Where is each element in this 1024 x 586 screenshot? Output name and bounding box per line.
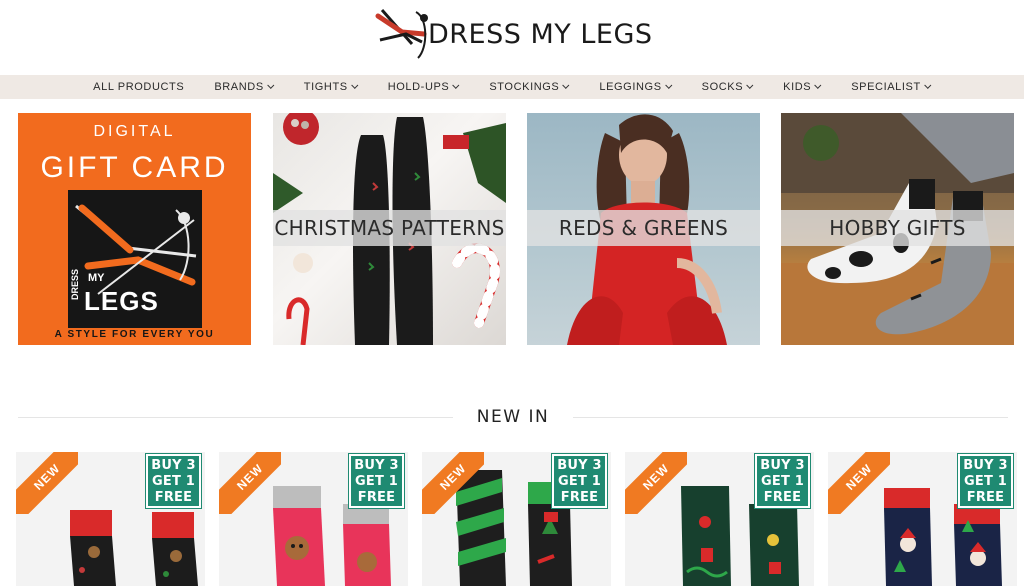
reds-and-greens-label: REDS & GREENS xyxy=(558,216,729,240)
christmas-patterns-tile[interactable]: CHRISTMAS PATTERNS xyxy=(273,113,506,345)
nav-item-kids[interactable]: KIDS xyxy=(768,81,836,93)
new-badge-label: NEW xyxy=(828,452,890,514)
nav-label: BRANDS xyxy=(214,81,264,93)
product-card[interactable]: NEW BUY 3 GET 1 FREE xyxy=(422,452,611,586)
reds-and-greens-tile[interactable]: REDS & GREENS xyxy=(527,113,760,345)
promo-badge: BUY 3 GET 1 FREE xyxy=(348,453,405,509)
brand-name: DRESS MY LEGS xyxy=(428,18,653,50)
new-badge-label: NEW xyxy=(422,452,484,514)
promo-line: BUY 3 xyxy=(963,458,1008,473)
new-in-products: NEW BUY 3 GET 1 FREE NEW BUY 3 GET 1 FRE… xyxy=(0,452,1024,586)
chevron-down-icon xyxy=(562,81,570,89)
site-logo[interactable]: DRESS MY LEGS xyxy=(372,4,672,62)
promo-line: BUY 3 xyxy=(760,458,805,473)
nav-item-stockings[interactable]: STOCKINGS xyxy=(474,81,584,93)
new-badge-label: NEW xyxy=(219,452,281,514)
promo-line: FREE xyxy=(966,490,1005,505)
gift-card-tile[interactable]: DIGITAL GIFT CARD DRESS MY LEGS A STYLE … xyxy=(18,113,251,345)
promo-line: GET 1 xyxy=(964,474,1007,489)
section-title: NEW IN xyxy=(476,407,550,427)
new-badge: NEW xyxy=(219,452,281,514)
divider-left xyxy=(18,416,453,418)
promo-line: BUY 3 xyxy=(557,458,602,473)
nav-item-all-products[interactable]: ALL PRODUCTS xyxy=(78,81,199,93)
nav-label: STOCKINGS xyxy=(489,81,560,93)
gift-card-title: GIFT CARD xyxy=(40,151,229,184)
main-nav: ALL PRODUCTS BRANDS TIGHTS HOLD-UPS STOC… xyxy=(0,75,1024,99)
nav-item-hold-ups[interactable]: HOLD-UPS xyxy=(373,81,475,93)
gift-logo-dress: DRESS xyxy=(70,268,80,300)
divider-right xyxy=(573,416,1008,418)
promo-line: BUY 3 xyxy=(151,458,196,473)
gift-card-tagline: A STYLE FOR EVERY YOU xyxy=(54,329,215,340)
promo-line: FREE xyxy=(357,490,396,505)
new-badge-label: NEW xyxy=(625,452,687,514)
nav-item-tights[interactable]: TIGHTS xyxy=(289,81,373,93)
chevron-down-icon xyxy=(664,81,672,89)
legs-logo-icon xyxy=(375,9,428,59)
chevron-down-icon xyxy=(350,81,359,89)
tile-label-band: REDS & GREENS xyxy=(527,210,760,246)
new-badge: NEW xyxy=(625,452,687,514)
promo-line: GET 1 xyxy=(558,474,601,489)
new-badge: NEW xyxy=(828,452,890,514)
nav-item-socks[interactable]: SOCKS xyxy=(687,81,769,93)
promo-badge: BUY 3 GET 1 FREE xyxy=(957,453,1014,509)
site-header: DRESS MY LEGS xyxy=(0,0,1024,75)
promo-line: GET 1 xyxy=(355,474,398,489)
hobby-gifts-label: HOBBY GIFTS xyxy=(829,216,966,240)
promo-line: GET 1 xyxy=(761,474,804,489)
tile-label-band: CHRISTMAS PATTERNS xyxy=(273,210,506,246)
product-card[interactable]: NEW BUY 3 GET 1 FREE xyxy=(219,452,408,586)
product-card[interactable]: NEW BUY 3 GET 1 FREE xyxy=(828,452,1017,586)
nav-label: SPECIALIST xyxy=(851,81,921,93)
nav-label: TIGHTS xyxy=(303,81,348,93)
tile-label-band: HOBBY GIFTS xyxy=(781,210,1014,246)
nav-label: ALL PRODUCTS xyxy=(93,81,185,93)
gift-card-subtitle: DIGITAL xyxy=(93,123,176,140)
product-card[interactable]: NEW BUY 3 GET 1 FREE xyxy=(625,452,814,586)
promo-badge: BUY 3 GET 1 FREE xyxy=(145,453,202,509)
promo-line: FREE xyxy=(560,490,599,505)
promo-line: GET 1 xyxy=(152,474,195,489)
promo-line: BUY 3 xyxy=(354,458,399,473)
promo-badge: BUY 3 GET 1 FREE xyxy=(551,453,608,509)
new-in-heading: NEW IN xyxy=(18,404,1008,430)
new-badge-label: NEW xyxy=(16,452,78,514)
chevron-down-icon xyxy=(267,81,275,89)
chevron-down-icon xyxy=(746,81,754,89)
nav-label: SOCKS xyxy=(701,81,744,93)
new-badge: NEW xyxy=(16,452,78,514)
chevron-down-icon xyxy=(814,81,822,89)
category-tiles: DIGITAL GIFT CARD DRESS MY LEGS A STYLE … xyxy=(0,113,1024,345)
christmas-patterns-label: CHRISTMAS PATTERNS xyxy=(274,216,505,240)
nav-label: KIDS xyxy=(783,81,812,93)
new-badge: NEW xyxy=(422,452,484,514)
hobby-gifts-tile[interactable]: HOBBY GIFTS xyxy=(781,113,1014,345)
chevron-down-icon xyxy=(452,81,460,89)
gift-card-logo: DRESS MY LEGS xyxy=(68,190,202,328)
chevron-down-icon xyxy=(924,81,932,89)
promo-line: FREE xyxy=(154,490,193,505)
product-card[interactable]: NEW BUY 3 GET 1 FREE xyxy=(16,452,205,586)
promo-badge: BUY 3 GET 1 FREE xyxy=(754,453,811,509)
gift-logo-my: MY xyxy=(88,272,105,284)
nav-label: HOLD-UPS xyxy=(387,81,450,93)
nav-label: LEGGINGS xyxy=(599,81,662,93)
promo-line: FREE xyxy=(763,490,802,505)
nav-item-leggings[interactable]: LEGGINGS xyxy=(584,81,686,93)
gift-logo-legs: LEGS xyxy=(84,286,159,316)
nav-item-specialist[interactable]: SPECIALIST xyxy=(836,81,946,93)
nav-item-brands[interactable]: BRANDS xyxy=(199,81,288,93)
